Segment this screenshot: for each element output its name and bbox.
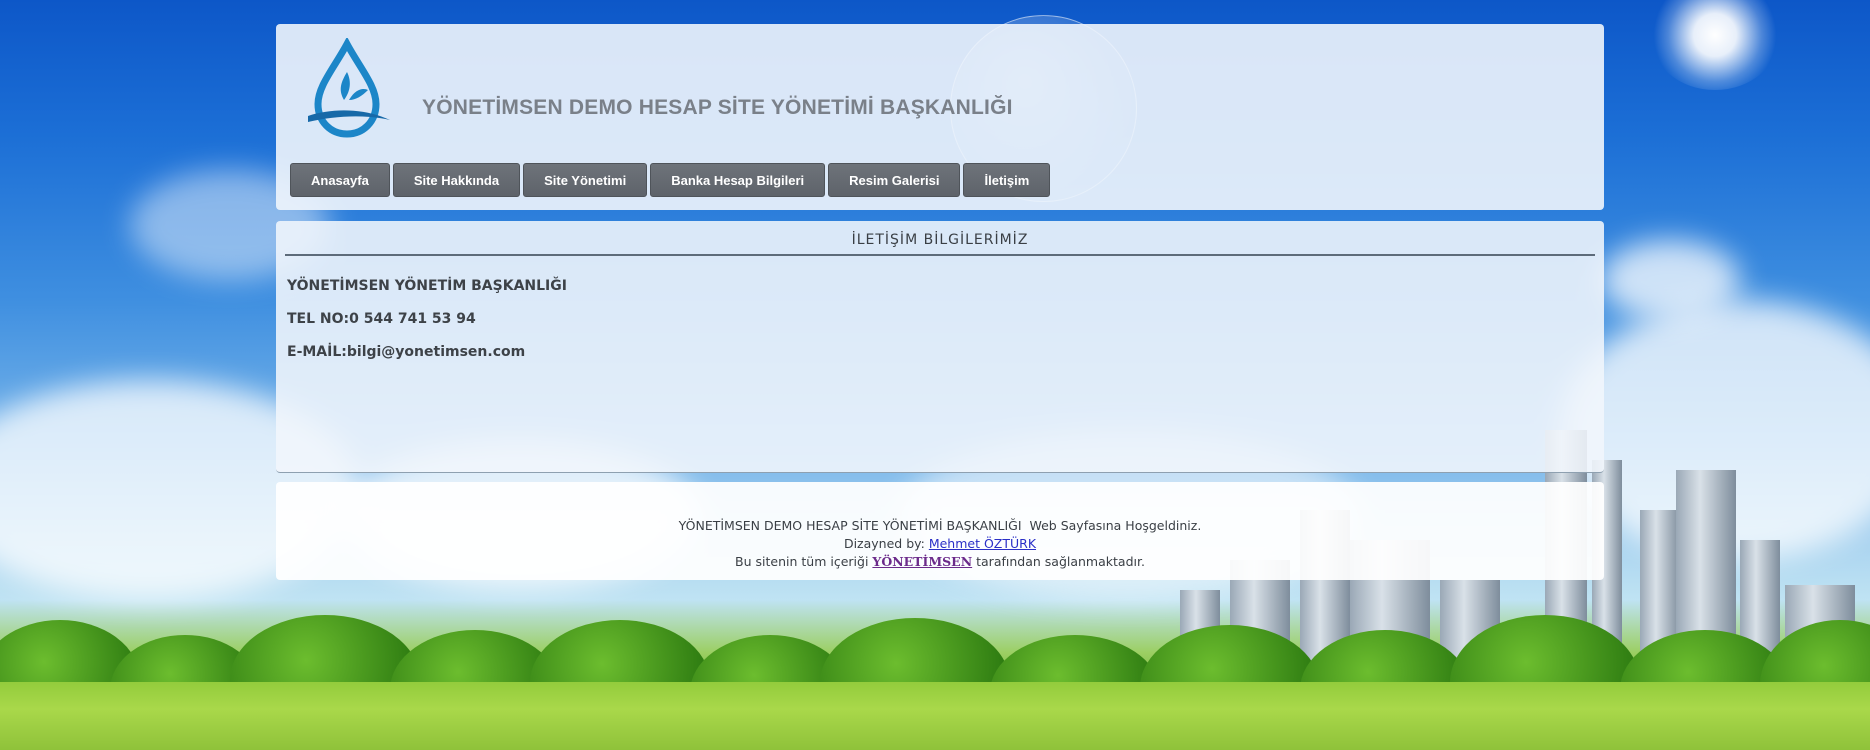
footer-welcome-line: YÖNETİMSEN DEMO HESAP SİTE YÖNETİMİ BAŞK…	[276, 518, 1604, 533]
contact-email: E-MAİL:bilgi@yonetimsen.com	[287, 344, 526, 360]
nav-item-site-yonetimi[interactable]: Site Yönetimi	[523, 163, 648, 197]
footer-content-line: Bu sitenin tüm içeriği YÖNETİMSEN tarafı…	[276, 554, 1604, 569]
contact-organization: YÖNETİMSEN YÖNETİM BAŞKANLIĞI	[287, 278, 567, 294]
footer-content-prefix: Bu sitenin tüm içeriği	[735, 554, 869, 569]
footer-brand-link[interactable]: YÖNETİMSEN	[872, 554, 972, 569]
content-title: İLETİŞİM BİLGİLERİMİZ	[285, 232, 1595, 256]
site-title: YÖNETİMSEN DEMO HESAP SİTE YÖNETİMİ BAŞK…	[422, 96, 1013, 119]
content-panel: İLETİŞİM BİLGİLERİMİZ YÖNETİMSEN YÖNETİM…	[276, 221, 1604, 473]
nav-item-anasayfa[interactable]: Anasayfa	[290, 163, 390, 197]
footer-panel: YÖNETİMSEN DEMO HESAP SİTE YÖNETİMİ BAŞK…	[276, 482, 1604, 580]
water-drop-leaf-logo-icon[interactable]	[294, 36, 400, 144]
sun-decoration	[1650, 0, 1780, 90]
footer-designer-line: Dizayned by: Mehmet ÖZTÜRK	[276, 536, 1604, 551]
footer-site-name: YÖNETİMSEN DEMO HESAP SİTE YÖNETİMİ BAŞK…	[678, 518, 1022, 533]
nav-item-site-hakkinda[interactable]: Site Hakkında	[392, 163, 521, 197]
footer-content-suffix: tarafından sağlanmaktadır.	[976, 554, 1145, 569]
footer-designed-by-label: Dizayned by:	[843, 536, 925, 551]
designer-link[interactable]: Mehmet ÖZTÜRK	[929, 536, 1036, 551]
header-panel: YÖNETİMSEN DEMO HESAP SİTE YÖNETİMİ BAŞK…	[276, 24, 1604, 210]
grass-field	[0, 682, 1870, 750]
cloud-decoration	[1600, 240, 1740, 320]
contact-phone: TEL NO:0 544 741 53 94	[287, 311, 476, 327]
nav-item-banka-hesap-bilgileri[interactable]: Banka Hesap Bilgileri	[650, 163, 826, 197]
main-nav: Anasayfa Site Hakkında Site Yönetimi Ban…	[290, 163, 1051, 197]
nav-item-iletisim[interactable]: İletişim	[963, 163, 1051, 197]
footer-welcome-text: Web Sayfasına Hoşgeldiniz.	[1029, 518, 1202, 533]
nav-item-resim-galerisi[interactable]: Resim Galerisi	[828, 163, 961, 197]
